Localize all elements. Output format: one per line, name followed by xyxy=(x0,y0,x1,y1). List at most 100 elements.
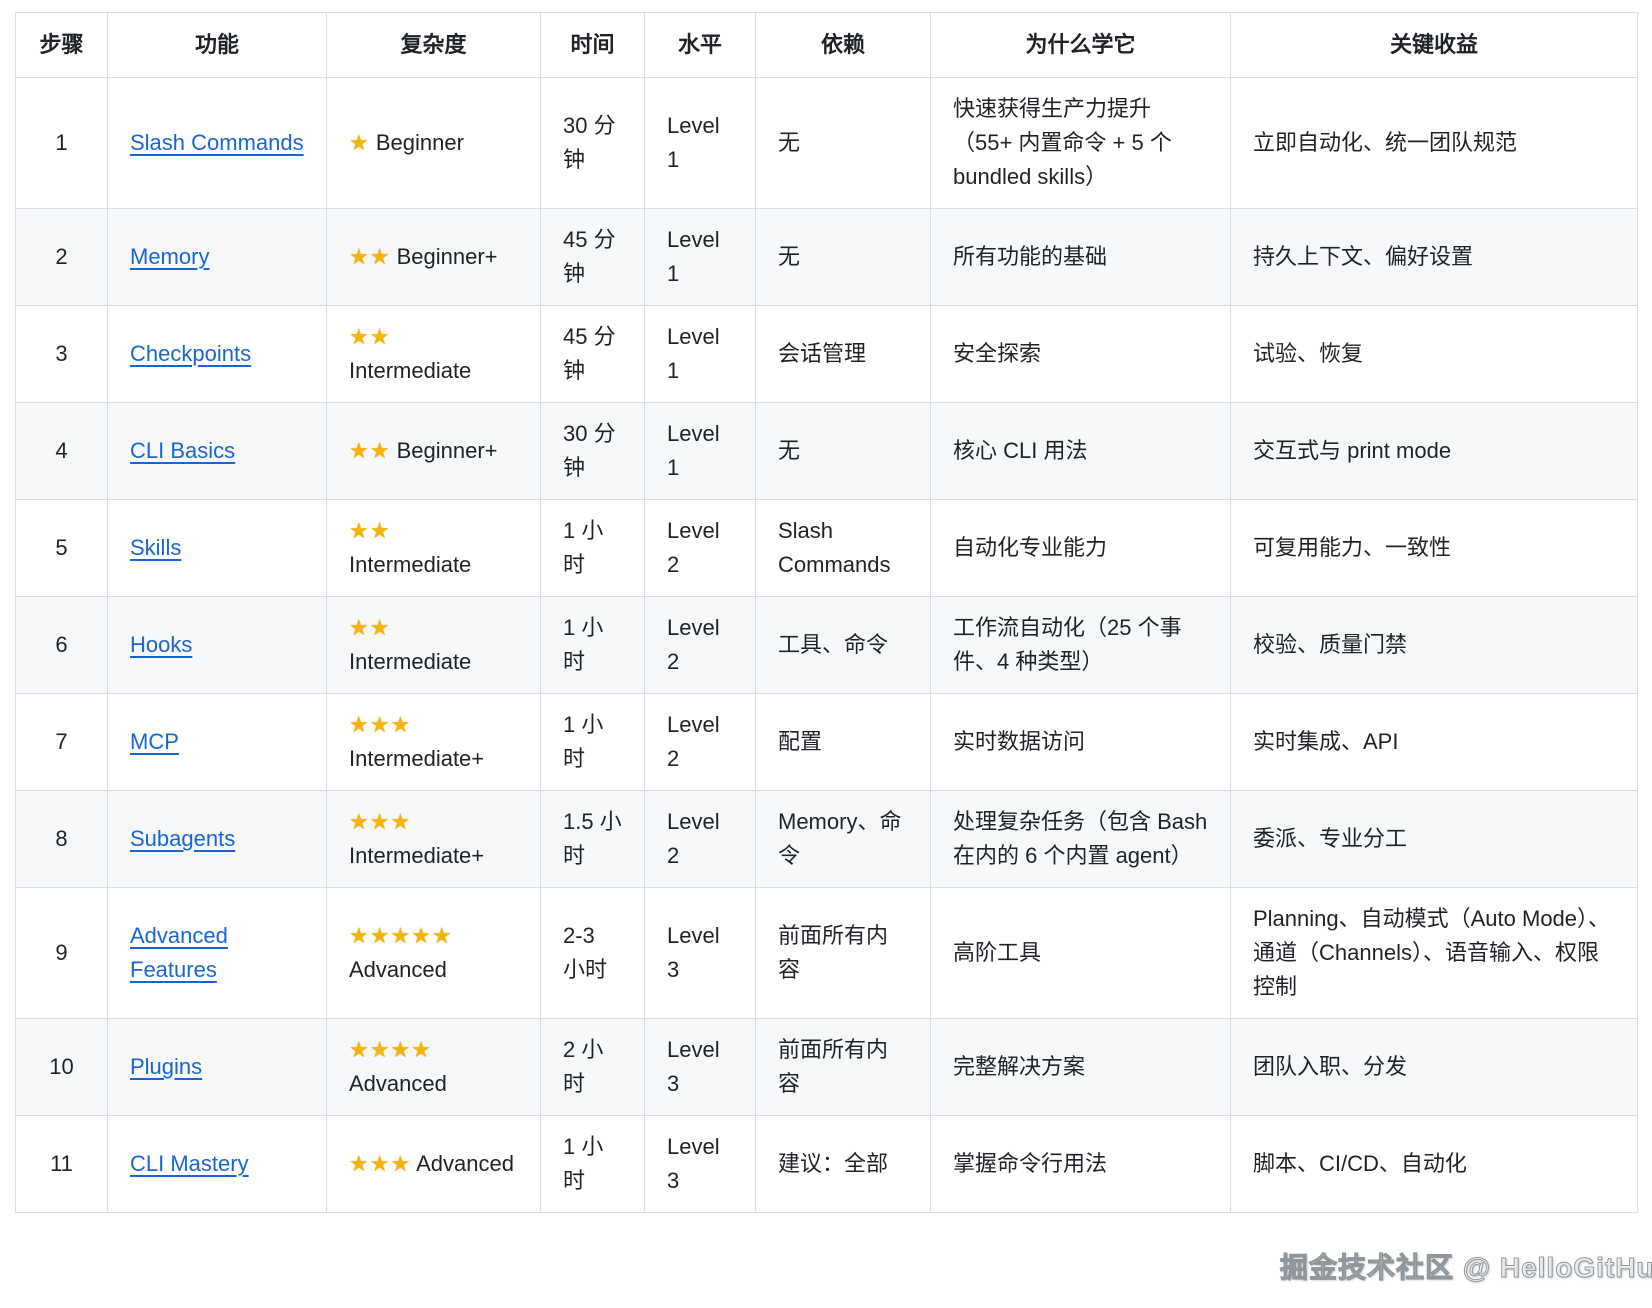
feature-cell: Subagents xyxy=(107,790,327,888)
feature-link[interactable]: Checkpoints xyxy=(130,341,251,366)
watermark: 掘金技术社区 @ HelloGitHub xyxy=(1280,1252,1652,1284)
time-cell: 2-3 小时 xyxy=(540,887,645,1019)
dependency-cell: 前面所有内容 xyxy=(755,1018,931,1116)
table-row: 4 CLI Basics ★★ Beginner+ 30 分钟 Level 1 … xyxy=(15,402,1638,500)
time-cell: 1 小时 xyxy=(540,499,645,597)
why-cell: 所有功能的基础 xyxy=(930,208,1231,306)
star-rating-icon: ★★ xyxy=(349,244,391,269)
table-row: 5 Skills ★★ Intermediate 1 小时 Level 2 Sl… xyxy=(15,499,1638,597)
feature-link[interactable]: Hooks xyxy=(130,632,192,657)
table-row: 9 Advanced Features ★★★★★ Advanced 2-3 小… xyxy=(15,887,1638,1019)
star-rating-icon: ★★★★★ xyxy=(349,923,453,948)
header-level: 水平 xyxy=(644,12,756,78)
feature-link[interactable]: Skills xyxy=(130,535,181,560)
level-cell: Level 1 xyxy=(644,208,756,306)
feature-link[interactable]: CLI Basics xyxy=(130,438,235,463)
feature-link[interactable]: MCP xyxy=(130,729,179,754)
header-time: 时间 xyxy=(540,12,645,78)
complexity-cell: ★★★ Intermediate+ xyxy=(326,693,541,791)
benefit-cell: Planning、自动模式（Auto Mode）、通道（Channels）、语音… xyxy=(1230,887,1638,1019)
step-cell: 4 xyxy=(15,402,108,500)
star-rating-icon: ★★ xyxy=(349,615,391,640)
level-cell: Level 1 xyxy=(644,402,756,500)
header-complexity: 复杂度 xyxy=(326,12,541,78)
dependency-cell: 无 xyxy=(755,208,931,306)
star-rating-icon: ★★ xyxy=(349,518,391,543)
feature-link[interactable]: CLI Mastery xyxy=(130,1151,249,1176)
feature-link[interactable]: Plugins xyxy=(130,1054,202,1079)
time-cell: 45 分钟 xyxy=(540,305,645,403)
feature-cell: Memory xyxy=(107,208,327,306)
feature-cell: Skills xyxy=(107,499,327,597)
complexity-cell: ★★★★★ Advanced xyxy=(326,887,541,1019)
dependency-cell: 无 xyxy=(755,77,931,209)
benefit-cell: 持久上下文、偏好设置 xyxy=(1230,208,1638,306)
dependency-cell: 工具、命令 xyxy=(755,596,931,694)
complexity-label: Intermediate xyxy=(349,358,472,383)
complexity-label: Intermediate xyxy=(349,552,472,577)
level-cell: Level 3 xyxy=(644,1018,756,1116)
complexity-label: Beginner xyxy=(375,130,464,155)
table-row: 6 Hooks ★★ Intermediate 1 小时 Level 2 工具、… xyxy=(15,596,1638,694)
dependency-cell: 建议：全部 xyxy=(755,1115,931,1213)
complexity-cell: ★★ Intermediate xyxy=(326,305,541,403)
time-cell: 1 小时 xyxy=(540,693,645,791)
time-cell: 1.5 小时 xyxy=(540,790,645,888)
benefit-cell: 立即自动化、统一团队规范 xyxy=(1230,77,1638,209)
complexity-cell: ★★★ Intermediate+ xyxy=(326,790,541,888)
time-cell: 45 分钟 xyxy=(540,208,645,306)
step-cell: 7 xyxy=(15,693,108,791)
feature-link[interactable]: Subagents xyxy=(130,826,235,851)
complexity-cell: ★★★ Advanced xyxy=(326,1115,541,1213)
header-dependency: 依赖 xyxy=(755,12,931,78)
complexity-label: Beginner+ xyxy=(396,244,498,269)
header-feature: 功能 xyxy=(107,12,327,78)
star-rating-icon: ★★ xyxy=(349,324,391,349)
feature-cell: Hooks xyxy=(107,596,327,694)
level-cell: Level 1 xyxy=(644,77,756,209)
time-cell: 30 分钟 xyxy=(540,77,645,209)
time-cell: 1 小时 xyxy=(540,596,645,694)
complexity-cell: ★★ Beginner+ xyxy=(326,402,541,500)
header-row: 步骤 功能 复杂度 时间 水平 依赖 为什么学它 关键收益 xyxy=(15,12,1638,78)
level-cell: Level 2 xyxy=(644,596,756,694)
why-cell: 自动化专业能力 xyxy=(930,499,1231,597)
why-cell: 完整解决方案 xyxy=(930,1018,1231,1116)
header-why: 为什么学它 xyxy=(930,12,1231,78)
benefit-cell: 委派、专业分工 xyxy=(1230,790,1638,888)
level-cell: Level 3 xyxy=(644,887,756,1019)
complexity-label: Beginner+ xyxy=(396,438,498,463)
star-rating-icon: ★★★ xyxy=(349,809,412,834)
feature-cell: Advanced Features xyxy=(107,887,327,1019)
why-cell: 掌握命令行用法 xyxy=(930,1115,1231,1213)
table-header: 步骤 功能 复杂度 时间 水平 依赖 为什么学它 关键收益 xyxy=(15,12,1638,78)
feature-cell: Checkpoints xyxy=(107,305,327,403)
why-cell: 高阶工具 xyxy=(930,887,1231,1019)
dependency-cell: 无 xyxy=(755,402,931,500)
step-cell: 9 xyxy=(15,887,108,1019)
feature-cell: CLI Basics xyxy=(107,402,327,500)
complexity-label: Intermediate xyxy=(349,649,472,674)
complexity-cell: ★★ Intermediate xyxy=(326,499,541,597)
step-cell: 2 xyxy=(15,208,108,306)
star-rating-icon: ★★★★ xyxy=(349,1037,432,1062)
time-cell: 2 小时 xyxy=(540,1018,645,1116)
page: 步骤 功能 复杂度 时间 水平 依赖 为什么学它 关键收益 1 Slash Co… xyxy=(0,0,1652,1308)
feature-link[interactable]: Slash Commands xyxy=(130,130,304,155)
feature-cell: MCP xyxy=(107,693,327,791)
table-row: 11 CLI Mastery ★★★ Advanced 1 小时 Level 3… xyxy=(15,1115,1638,1213)
complexity-cell: ★★ Intermediate xyxy=(326,596,541,694)
benefit-cell: 交互式与 print mode xyxy=(1230,402,1638,500)
feature-cell: Plugins xyxy=(107,1018,327,1116)
dependency-cell: Memory、命令 xyxy=(755,790,931,888)
complexity-label: Advanced xyxy=(416,1151,514,1176)
feature-link[interactable]: Advanced Features xyxy=(130,923,228,982)
step-cell: 11 xyxy=(15,1115,108,1213)
step-cell: 5 xyxy=(15,499,108,597)
time-cell: 30 分钟 xyxy=(540,402,645,500)
why-cell: 实时数据访问 xyxy=(930,693,1231,791)
star-rating-icon: ★ xyxy=(349,130,370,155)
table-row: 1 Slash Commands ★ Beginner 30 分钟 Level … xyxy=(15,77,1638,209)
feature-link[interactable]: Memory xyxy=(130,244,209,269)
learning-path-table: 步骤 功能 复杂度 时间 水平 依赖 为什么学它 关键收益 1 Slash Co… xyxy=(15,12,1638,1213)
